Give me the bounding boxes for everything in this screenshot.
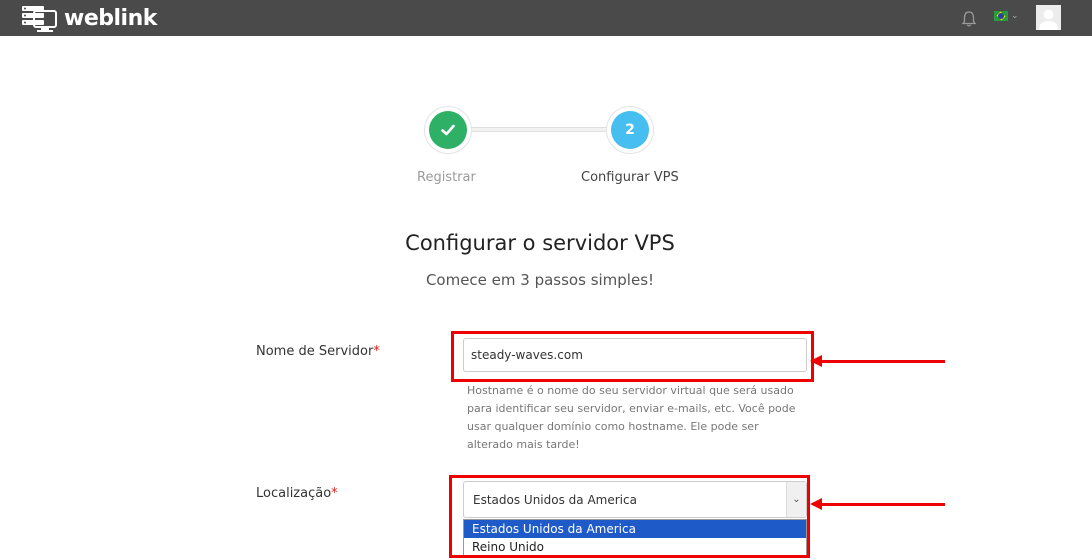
server-logo-icon [22,6,57,32]
required-mark: * [331,486,338,501]
location-label: Localização* [256,486,338,501]
stepper-connector [468,127,608,132]
chevron-down-icon: ⌄ [1011,11,1019,21]
language-selector[interactable]: ⌄ [994,11,1019,21]
required-mark: * [373,344,380,359]
step-number: 2 [611,111,649,149]
bell-icon[interactable] [960,10,978,28]
server-name-help: Hostname é o nome do seu servidor virtua… [467,384,796,451]
logo-text: weblink [64,5,157,31]
annotation-arrow-location [810,498,945,510]
step-label-registrar: Registrar [417,170,476,185]
annotation-arrow-server-name [810,355,945,367]
highlight-box-server-name [451,331,814,382]
logo[interactable]: weblink [20,3,157,33]
page-subtitle: Comece em 3 passos simples! [425,271,655,289]
highlight-box-location [449,475,810,558]
server-name-label: Nome de Servidor* [256,344,380,359]
user-avatar-icon[interactable] [1036,5,1061,30]
check-icon [429,111,467,149]
step-configurar-vps: 2 [606,106,654,154]
brazil-flag-icon [994,11,1008,21]
page-title: Configurar o servidor VPS [405,231,675,255]
step-label-configurar-vps: Configurar VPS [581,170,679,185]
step-registrar [424,106,472,154]
top-navbar: weblink ⌄ [0,0,1092,36]
